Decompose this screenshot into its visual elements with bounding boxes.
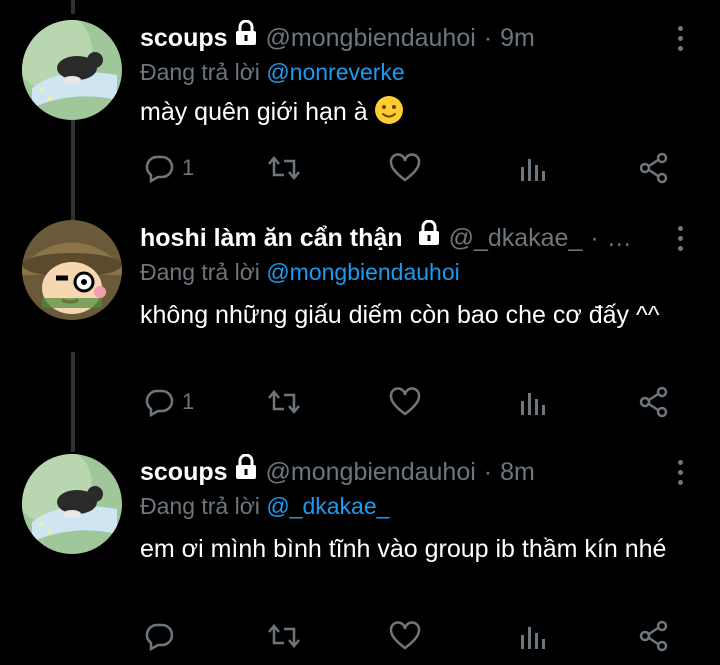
like-button[interactable] (389, 382, 421, 422)
tweet-actions (140, 616, 720, 656)
share-button[interactable] (638, 616, 670, 656)
reply-context: Đang trả lời @mongbiendauhoi (140, 256, 460, 288)
timestamp[interactable]: … (607, 220, 632, 256)
tweet-actions: 1 (140, 382, 720, 422)
tweet-text: mày quên giới hạn à (140, 95, 700, 133)
more-icon[interactable] (676, 26, 686, 56)
tweet-header: hoshi làm ăn cẩn thận @_dkakae_ · … (140, 219, 680, 256)
display-name[interactable]: hoshi làm ăn cẩn thận (140, 220, 403, 256)
reply-to-link[interactable]: @nonreverke (266, 59, 404, 85)
share-button[interactable] (638, 148, 670, 188)
retweet-button[interactable] (268, 148, 300, 188)
share-icon (639, 386, 668, 418)
reply-to-link[interactable]: @mongbiendauhoi (266, 259, 459, 285)
display-name[interactable]: scoups (140, 454, 228, 490)
avatar[interactable] (22, 20, 122, 120)
analytics-icon (521, 627, 545, 649)
share-button[interactable] (638, 382, 670, 422)
retweet-icon (268, 624, 300, 648)
analytics-icon (521, 159, 545, 181)
thread-line-top (71, 0, 75, 14)
tweet-actions: 1 (140, 148, 720, 188)
lock-icon (234, 19, 258, 56)
timestamp[interactable]: 8m (500, 454, 535, 490)
user-handle[interactable]: @mongbiendauhoi (266, 20, 476, 56)
avatar[interactable] (22, 454, 122, 554)
analytics-icon (521, 393, 545, 415)
retweet-icon (268, 156, 300, 180)
like-button[interactable] (389, 148, 421, 188)
analytics-button[interactable] (518, 148, 546, 188)
tweet-text: em ơi mình bình tĩnh vào group ib thầm k… (140, 535, 667, 563)
reply-count: 1 (182, 389, 195, 414)
separator-dot: · (483, 24, 493, 52)
reply-context: Đang trả lời @_dkakae_ (140, 490, 389, 522)
separator-dot: · (483, 458, 493, 486)
share-icon (639, 152, 668, 184)
more-icon[interactable] (676, 460, 686, 490)
analytics-button[interactable] (518, 382, 546, 422)
retweet-button[interactable] (268, 616, 300, 656)
retweet-icon (268, 390, 300, 414)
tweet-text-content: mày quên giới hạn à (140, 98, 368, 126)
like-icon (389, 387, 421, 416)
more-icon[interactable] (676, 226, 686, 256)
reply-icon (145, 389, 174, 417)
like-icon (389, 153, 421, 182)
slightly-smiling-face-icon (374, 95, 404, 133)
tweet-text: không những giấu diếm còn bao che cơ đấy… (140, 301, 660, 329)
user-handle[interactable]: @_dkakae_ (449, 220, 583, 256)
reply-context: Đang trả lời @nonreverke (140, 56, 405, 88)
user-handle[interactable]: @mongbiendauhoi (266, 454, 476, 490)
reply-button[interactable]: 1 (144, 382, 194, 422)
retweet-button[interactable] (268, 382, 300, 422)
reply-to-link[interactable]: @_dkakae_ (266, 493, 389, 519)
reply-prefix: Đang trả lời (140, 493, 260, 519)
timestamp[interactable]: 9m (500, 20, 535, 56)
reply-button[interactable] (144, 616, 182, 656)
lock-icon (417, 219, 441, 256)
reply-prefix: Đang trả lời (140, 59, 260, 85)
analytics-button[interactable] (518, 616, 546, 656)
like-button[interactable] (389, 616, 421, 656)
reply-button[interactable]: 1 (144, 148, 194, 188)
avatar[interactable] (22, 220, 122, 320)
tweet-header: scoups @mongbiendauhoi · 9m (140, 19, 680, 56)
reply-icon (145, 155, 174, 183)
tweet[interactable]: scoups @mongbiendauhoi · 8m Đang trả lời… (0, 453, 720, 664)
tweet-header: scoups @mongbiendauhoi · 8m (140, 453, 680, 490)
tweet[interactable]: hoshi làm ăn cẩn thận @_dkakae_ · … Đang… (0, 219, 720, 430)
display-name[interactable]: scoups (140, 20, 228, 56)
like-icon (389, 621, 421, 650)
reply-count: 1 (182, 155, 195, 180)
reply-icon (145, 623, 174, 651)
separator-dot: · (590, 224, 599, 252)
share-icon (639, 620, 668, 652)
tweet[interactable]: scoups @mongbiendauhoi · 9m Đang trả lời… (0, 19, 720, 210)
reply-prefix: Đang trả lời (140, 259, 260, 285)
lock-icon (234, 453, 258, 490)
